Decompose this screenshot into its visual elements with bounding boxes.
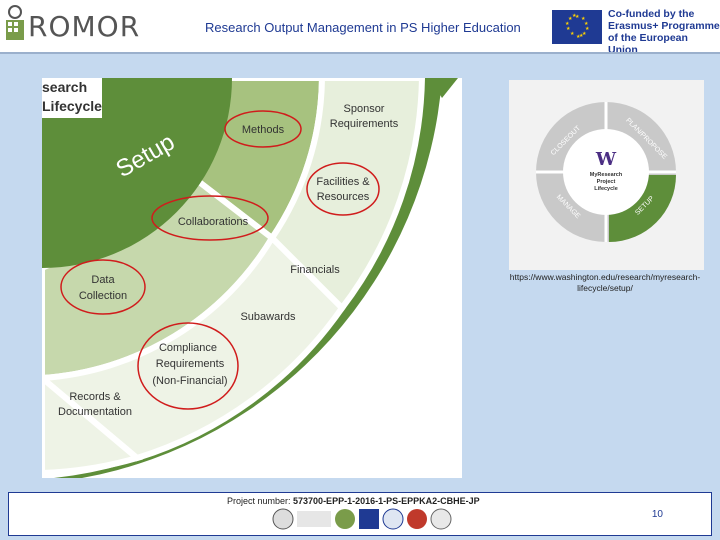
- wheel-center-1: MyResearch: [590, 172, 623, 178]
- partner-logo-1-icon: [272, 508, 294, 530]
- svg-text:★: ★: [570, 31, 575, 37]
- logo-text: ROMOR: [28, 10, 141, 43]
- partner-logo-7-icon: [430, 508, 452, 530]
- uw-logo-icon: W: [595, 149, 617, 170]
- svg-text:★: ★: [579, 33, 584, 39]
- corner-title-1: search: [42, 79, 87, 95]
- segment-data-2: Collection: [79, 290, 127, 302]
- eu-funding-text: Co-funded by the Erasmus+ Programme of t…: [608, 8, 720, 56]
- segment-compliance-2: Requirements: [156, 358, 225, 370]
- partner-logos: [272, 508, 452, 530]
- segment-compliance-1: Compliance: [159, 342, 217, 354]
- lifecycle-wheel-image: W MyResearch Project Lifecycle CLOSEOUT …: [509, 80, 704, 270]
- segment-subawards: Subawards: [240, 311, 296, 323]
- wheel-center-2: Project: [597, 179, 616, 185]
- segment-sponsor-1: Sponsor: [344, 103, 385, 115]
- source-link[interactable]: https://www.washington.edu/research/myre…: [500, 272, 710, 294]
- header-divider: [0, 52, 720, 54]
- segment-methods: Methods: [242, 124, 285, 136]
- segment-sponsor-2: Requirements: [330, 118, 399, 130]
- partner-logo-3-icon: [335, 509, 355, 529]
- wheel-center-3: Lifecycle: [594, 186, 618, 192]
- partner-logo-2-icon: [297, 511, 331, 527]
- partner-logo-5-icon: [382, 508, 404, 530]
- segment-facilities-1: Facilities &: [316, 176, 370, 188]
- segment-data-1: Data: [91, 274, 115, 286]
- page-number: 10: [651, 509, 663, 520]
- footer-bar: Project number: 573700-EPP-1-2016-1-PS-E…: [8, 492, 712, 536]
- header-bar: ROMOR Research Output Management in PS H…: [0, 0, 720, 56]
- segment-facilities-2: Resources: [317, 191, 370, 203]
- svg-text:★: ★: [572, 13, 577, 19]
- segment-compliance-3: (Non-Financial): [152, 375, 227, 387]
- research-lifecycle-diagram: search Lifecycle Setup Methods Sponsor R…: [42, 78, 462, 478]
- romor-logo: ROMOR: [4, 4, 144, 44]
- segment-records-2: Documentation: [58, 406, 132, 418]
- segment-collaborations: Collaborations: [178, 216, 249, 228]
- segment-records-1: Records &: [69, 391, 121, 403]
- partner-logo-6-icon: [407, 509, 427, 529]
- page-title: Research Output Management in PS Higher …: [205, 20, 521, 35]
- corner-title-2: Lifecycle: [42, 98, 102, 114]
- project-number: Project number: 573700-EPP-1-2016-1-PS-E…: [227, 496, 480, 506]
- partner-logo-4-icon: [359, 509, 379, 529]
- eu-flag-icon: ★ ★ ★ ★ ★ ★ ★ ★ ★ ★ ★ ★: [552, 10, 602, 44]
- segment-financials: Financials: [290, 264, 340, 276]
- figure-icon: [6, 5, 24, 40]
